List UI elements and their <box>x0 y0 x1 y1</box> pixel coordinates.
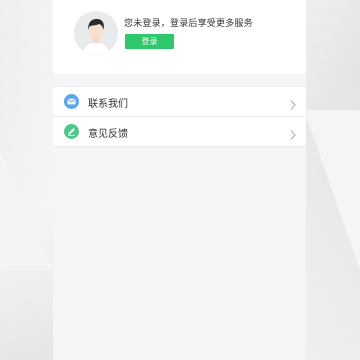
menu-item-feedback[interactable]: 意见反馈 <box>53 116 306 146</box>
login-hint-text: 您未登录，登录后享受更多服务 <box>124 19 253 29</box>
background-facet-right <box>304 110 360 270</box>
menu-item-contact-us[interactable]: 联系我们 <box>53 87 306 116</box>
menu-list: 联系我们 意见反馈 <box>53 86 306 147</box>
mail-icon <box>64 94 79 109</box>
profile-header: 您未登录，登录后享受更多服务 登录 <box>53 0 306 74</box>
user-avatar-icon[interactable] <box>74 11 118 55</box>
app-screen: 您未登录，登录后享受更多服务 登录 联系我们 意见反馈 <box>53 0 306 360</box>
chevron-right-icon <box>289 96 297 110</box>
background-facet-left <box>0 150 54 270</box>
login-button[interactable]: 登录 <box>125 34 174 49</box>
edit-icon <box>64 124 79 139</box>
menu-item-label: 意见反馈 <box>88 129 128 140</box>
chevron-right-icon <box>289 126 297 140</box>
menu-item-label: 联系我们 <box>88 99 128 110</box>
